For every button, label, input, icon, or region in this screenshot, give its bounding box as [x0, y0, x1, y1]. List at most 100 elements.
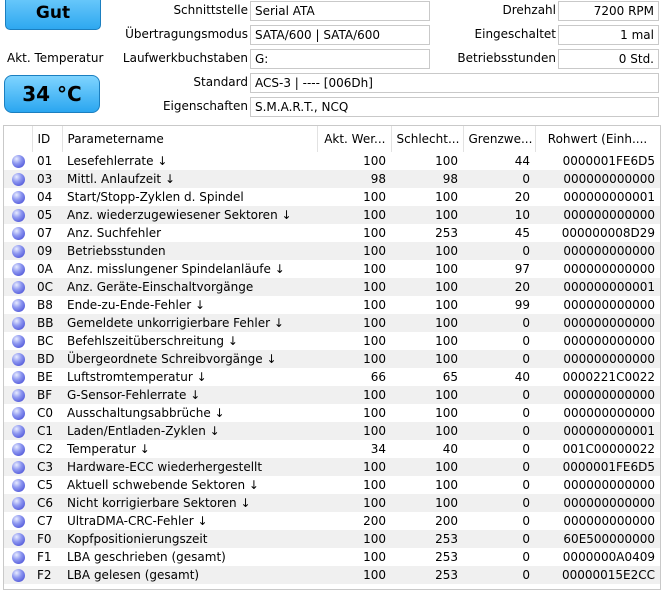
- worst-cell: 100: [391, 386, 463, 404]
- table-row[interactable]: BF G-Sensor-Fehlerrate ↓ 100 100 0 0000000000…: [4, 386, 660, 404]
- table-row[interactable]: 05 Anz. wiederzugewiesener Sektoren ↓ 100 1…: [4, 206, 660, 224]
- id-cell: C5: [37, 478, 54, 492]
- id-cell: BD: [32, 350, 62, 368]
- table-row[interactable]: 07 Anz. Suchfehler 100 253 45 000000008D29: [4, 224, 660, 242]
- table-row[interactable]: C0 Ausschaltungsabbrüche ↓ 100 100 0 00000000…: [4, 404, 660, 422]
- raw-value-cell: 0000001FE6D5: [535, 458, 660, 476]
- status-cell: [4, 440, 32, 458]
- power-on-count-label: Eingeschaltet: [474, 27, 556, 41]
- id-cell: F0: [32, 530, 62, 548]
- id-cell: C2: [37, 442, 54, 456]
- status-cell: [4, 278, 32, 296]
- table-row[interactable]: 03 Mittl. Anlaufzeit ↓ 98 98 0 000000000000: [4, 170, 660, 188]
- current-cell: 98: [317, 170, 391, 188]
- table-row[interactable]: BD Übergeordnete Schreibvorgänge ↓ 100 100 0…: [4, 350, 660, 368]
- name-cell: Lesefehlerrate ↓: [62, 152, 317, 170]
- smart-attributes-table[interactable]: ID Parametername Akt. Wer... Schlecht...…: [3, 125, 661, 590]
- status-dot-icon: [11, 461, 25, 474]
- status-cell: [4, 170, 32, 188]
- id-cell: C6: [32, 494, 62, 512]
- current-cell: 100: [363, 226, 386, 240]
- drive-letters-value: G:: [250, 49, 430, 69]
- status-cell: [4, 512, 32, 530]
- id-cell: C7: [37, 514, 54, 528]
- health-status-button[interactable]: Gut: [5, 0, 101, 30]
- rotation-value: 7200 RPM: [558, 1, 659, 21]
- interface-value: Serial ATA: [250, 1, 430, 21]
- threshold-cell: 0: [463, 494, 535, 512]
- arrow-down-icon: ↓: [262, 352, 277, 366]
- worst-cell: 100: [435, 406, 458, 420]
- worst-cell: 100: [435, 154, 458, 168]
- table-row[interactable]: BB Gemeldete unkorrigierbare Fehler ↓ 100 1…: [4, 314, 660, 332]
- current-cell: 100: [317, 386, 391, 404]
- table-row[interactable]: C1 Laden/Entladen-Zyklen ↓ 100 100 0 00000000…: [4, 422, 660, 440]
- threshold-cell: 40: [514, 370, 530, 384]
- column-header-threshold[interactable]: Grenzwe...: [463, 126, 536, 152]
- column-header-worst[interactable]: Schlecht...: [391, 126, 464, 152]
- status-dot-icon: [11, 551, 25, 564]
- column-header-id[interactable]: ID: [32, 126, 63, 152]
- worst-cell: 100: [435, 334, 458, 348]
- status-cell: [4, 224, 32, 242]
- table-row[interactable]: BE Luftstromtemperatur ↓ 66 65 40 0000221C002…: [4, 368, 660, 386]
- worst-cell: 100: [435, 190, 458, 204]
- attribute-name: G-Sensor-Fehlerrate: [67, 388, 187, 402]
- table-row[interactable]: 04 Start/Stopp-Zyklen d. Spindel 100 100 20 0…: [4, 188, 660, 206]
- status-cell: [4, 530, 32, 548]
- table-row[interactable]: C3 Hardware-ECC wiederhergestellt 100 100 0 0…: [4, 458, 660, 476]
- status-dot-icon: [11, 407, 25, 420]
- name-cell: Anz. wiederzugewiesener Sektoren ↓: [62, 206, 317, 224]
- table-row[interactable]: F2 LBA gelesen (gesamt) 100 253 0 00000015E2C…: [4, 566, 660, 584]
- arrow-down-icon: ↓: [270, 316, 284, 330]
- status-cell: [4, 188, 32, 206]
- table-row[interactable]: 01 Lesefehlerrate ↓ 100 100 44 0000001FE6D5: [4, 152, 660, 170]
- name-cell: Laden/Entladen-Zyklen ↓: [62, 422, 317, 440]
- column-header-raw[interactable]: Rohwert (Einh....: [535, 126, 660, 152]
- column-header-name[interactable]: Parametername: [62, 126, 318, 152]
- status-dot-icon: [11, 371, 25, 384]
- threshold-cell: 0: [522, 442, 530, 456]
- current-cell: 100: [363, 478, 386, 492]
- worst-cell: 100: [435, 298, 458, 312]
- table-row[interactable]: F0 Kopfpositionierungszeit 100 253 0 60E50000…: [4, 530, 660, 548]
- table-row[interactable]: C6 Nicht korrigierbare Sektoren ↓ 100 100 0 0…: [4, 494, 660, 512]
- table-row[interactable]: 09 Betriebsstunden 100 100 0 000000000000: [4, 242, 660, 260]
- table-row[interactable]: C7 UltraDMA-CRC-Fehler ↓ 200 200 0 0000000000…: [4, 512, 660, 530]
- raw-value-cell: 000000000000: [563, 298, 655, 312]
- status-cell: [4, 206, 32, 224]
- worst-cell: 253: [391, 530, 463, 548]
- threshold-cell: 45: [514, 226, 530, 240]
- table-row[interactable]: F1 LBA geschrieben (gesamt) 100 253 0 0000000…: [4, 548, 660, 566]
- attribute-name: Anz. Suchfehler: [67, 226, 162, 240]
- table-row[interactable]: B8 Ende-zu-Ende-Fehler ↓ 100 100 99 000000000…: [4, 296, 660, 314]
- table-row[interactable]: C5 Aktuell schwebende Sektoren ↓ 100 100 0 00…: [4, 476, 660, 494]
- name-cell: LBA geschrieben (gesamt): [62, 548, 317, 566]
- status-dot-icon: [11, 317, 25, 330]
- threshold-cell: 0: [522, 550, 530, 564]
- table-row[interactable]: 0A Anz. misslungener Spindelanläufe ↓ 100 1…: [4, 260, 660, 278]
- status-dot-icon: [11, 533, 25, 546]
- name-cell: Gemeldete unkorrigierbare Fehler ↓: [62, 314, 317, 332]
- column-header-current[interactable]: Akt. Wer...: [317, 126, 392, 152]
- rotation-label: Drehzahl: [502, 3, 557, 17]
- temperature-button[interactable]: 34 °C: [4, 75, 100, 113]
- name-cell: Übergeordnete Schreibvorgänge ↓: [62, 350, 317, 368]
- worst-cell: 100: [391, 494, 463, 512]
- id-cell: BC: [37, 334, 54, 348]
- threshold-cell: 99: [514, 298, 530, 312]
- temperature-label: Akt. Temperatur: [7, 51, 104, 65]
- features-value: S.M.A.R.T., NCQ: [250, 97, 659, 117]
- raw-value-cell: 000000000001: [535, 278, 660, 296]
- id-cell: 04: [37, 190, 53, 204]
- status-cell: [4, 296, 32, 314]
- raw-value-cell: 000000000000: [535, 314, 660, 332]
- table-row[interactable]: C2 Temperatur ↓ 34 40 0 001C00000022: [4, 440, 660, 458]
- column-header-status[interactable]: [4, 126, 33, 152]
- attribute-name: Anz. wiederzugewiesener Sektoren: [67, 208, 278, 222]
- table-row[interactable]: BC Befehlszeitüberschreitung ↓ 100 100 0 0000…: [4, 332, 660, 350]
- threshold-cell: 0: [463, 242, 535, 260]
- table-row[interactable]: 0C Anz. Geräte-Einschaltvorgänge 100 100 20 0…: [4, 278, 660, 296]
- current-cell: 100: [317, 242, 391, 260]
- attribute-name: Aktuell schwebende Sektoren: [67, 478, 246, 492]
